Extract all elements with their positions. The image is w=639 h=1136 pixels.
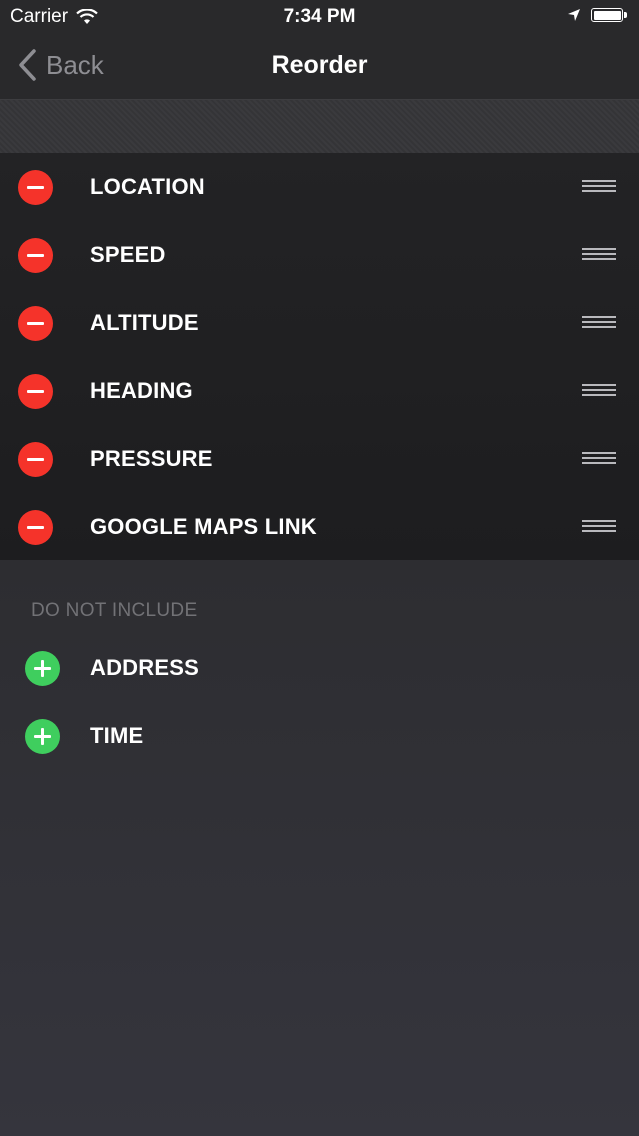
status-right (567, 7, 629, 23)
section-header-do-not-include: DO NOT INCLUDE (31, 600, 198, 621)
reorder-grip-icon[interactable] (582, 452, 616, 466)
remove-icon[interactable] (18, 441, 53, 477)
page-title: Reorder (271, 51, 368, 79)
list-item-label: GOOGLE MAPS LINK (90, 514, 317, 539)
list-item-label: ADDRESS (90, 655, 199, 680)
list-item-label: ALTITUDE (90, 310, 199, 335)
list-item[interactable]: ADDRESS (0, 634, 639, 702)
reorder-grip-icon[interactable] (582, 520, 616, 534)
texture-strip (0, 100, 639, 153)
status-bar: Carrier 7:34 PM (0, 0, 639, 34)
list-item-label: LOCATION (90, 174, 205, 199)
list-item[interactable]: PRESSURE (0, 425, 639, 493)
status-time: 7:34 PM (283, 6, 356, 27)
add-icon[interactable] (25, 718, 60, 754)
list-item[interactable]: ALTITUDE (0, 289, 639, 357)
remove-icon[interactable] (18, 169, 53, 205)
reorder-grip-icon[interactable] (582, 180, 616, 194)
remove-icon[interactable] (18, 237, 53, 273)
reorder-grip-icon[interactable] (582, 384, 616, 398)
nav-bar: Back Reorder (0, 34, 639, 100)
add-icon[interactable] (25, 650, 60, 686)
list-item[interactable]: GOOGLE MAPS LINK (0, 493, 639, 561)
included-list: LOCATION SPEED ALTITUDE HEADING PRESSURE… (0, 153, 639, 560)
remove-icon[interactable] (18, 509, 53, 545)
list-item-label: TIME (90, 723, 144, 748)
list-item[interactable]: HEADING (0, 357, 639, 425)
remove-icon[interactable] (18, 305, 53, 341)
list-item[interactable]: LOCATION (0, 153, 639, 221)
remove-icon[interactable] (18, 373, 53, 409)
excluded-list: ADDRESS TIME (0, 634, 639, 770)
list-item-label: SPEED (90, 242, 166, 267)
list-item-label: HEADING (90, 378, 193, 403)
list-item[interactable]: SPEED (0, 221, 639, 289)
reorder-grip-icon[interactable] (582, 248, 616, 262)
list-item-label: PRESSURE (90, 446, 213, 471)
location-arrow-icon (568, 9, 580, 21)
list-item[interactable]: TIME (0, 702, 639, 770)
reorder-grip-icon[interactable] (582, 316, 616, 330)
battery-icon (591, 7, 629, 23)
